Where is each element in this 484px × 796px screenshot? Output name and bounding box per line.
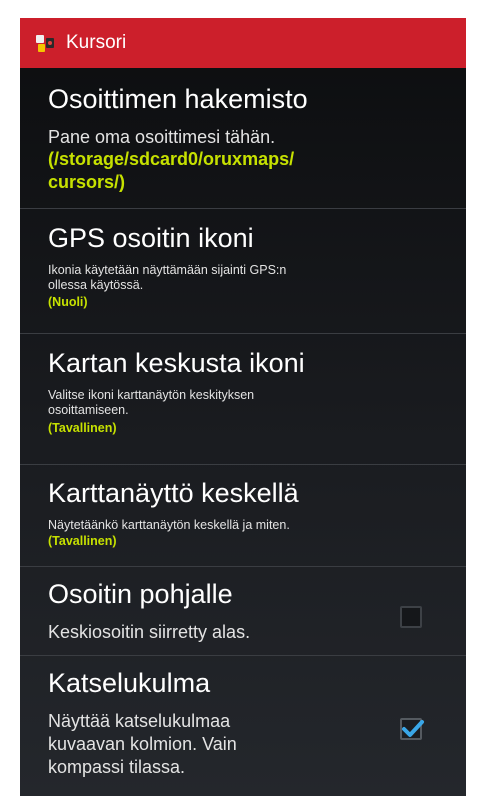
pref-view-angle[interactable]: Katselukulma Näyttää katselukulmaa kuvaa… bbox=[20, 656, 466, 796]
pref-summary: Keskiosoitin siirretty alas. bbox=[48, 622, 251, 642]
pref-cursor-bottom[interactable]: Osoitin pohjalle Keskiosoitin siirretty … bbox=[20, 567, 466, 656]
pref-value: (/storage/sdcard0/oruxmaps/ cursors/) bbox=[48, 149, 295, 192]
pref-title: GPS osoitin ikoni bbox=[48, 223, 254, 253]
settings-screen: Kursori Osoittimen hakemisto Pane oma os… bbox=[20, 18, 466, 796]
pref-title: Katselukulma bbox=[48, 668, 211, 698]
pref-summary: Näytetäänkö karttanäytön keskellä ja mit… bbox=[48, 518, 290, 532]
cursor-bottom-checkbox[interactable] bbox=[400, 606, 422, 628]
pref-value: (Tavallinen) bbox=[48, 421, 117, 435]
pref-title: Osoittimen hakemisto bbox=[48, 84, 308, 114]
pref-gps-cursor-icon[interactable]: GPS osoitin ikoni Ikonia käytetään näytt… bbox=[20, 209, 466, 334]
pref-title: Osoitin pohjalle bbox=[48, 579, 233, 609]
pref-summary: Näyttää katselukulmaa kuvaavan kolmion. … bbox=[48, 711, 237, 777]
pref-summary: Pane oma osoittimesi tähän. bbox=[48, 127, 276, 147]
pref-value: (Nuoli) bbox=[48, 295, 88, 309]
checkmark-icon bbox=[402, 720, 424, 737]
pref-cursor-directory[interactable]: Osoittimen hakemisto Pane oma osoittimes… bbox=[20, 68, 466, 209]
action-bar: Kursori bbox=[20, 18, 466, 68]
pref-value: (Tavallinen) bbox=[48, 534, 117, 548]
view-angle-checkbox[interactable] bbox=[400, 718, 424, 740]
pref-map-view-center[interactable]: Karttanäyttö keskellä Näytetäänkö kartta… bbox=[20, 465, 466, 567]
pref-title: Karttanäyttö keskellä bbox=[48, 478, 299, 508]
pref-map-center-icon[interactable]: Kartan keskusta ikoni Valitse ikoni kart… bbox=[20, 334, 466, 465]
pref-summary: Ikonia käytetään näyttämään sijainti GPS… bbox=[48, 263, 287, 292]
page-title: Kursori bbox=[66, 32, 127, 53]
app-icon bbox=[34, 32, 56, 54]
pref-summary: Valitse ikoni karttanäytön keskityksen o… bbox=[48, 388, 255, 417]
pref-title: Kartan keskusta ikoni bbox=[48, 348, 305, 378]
